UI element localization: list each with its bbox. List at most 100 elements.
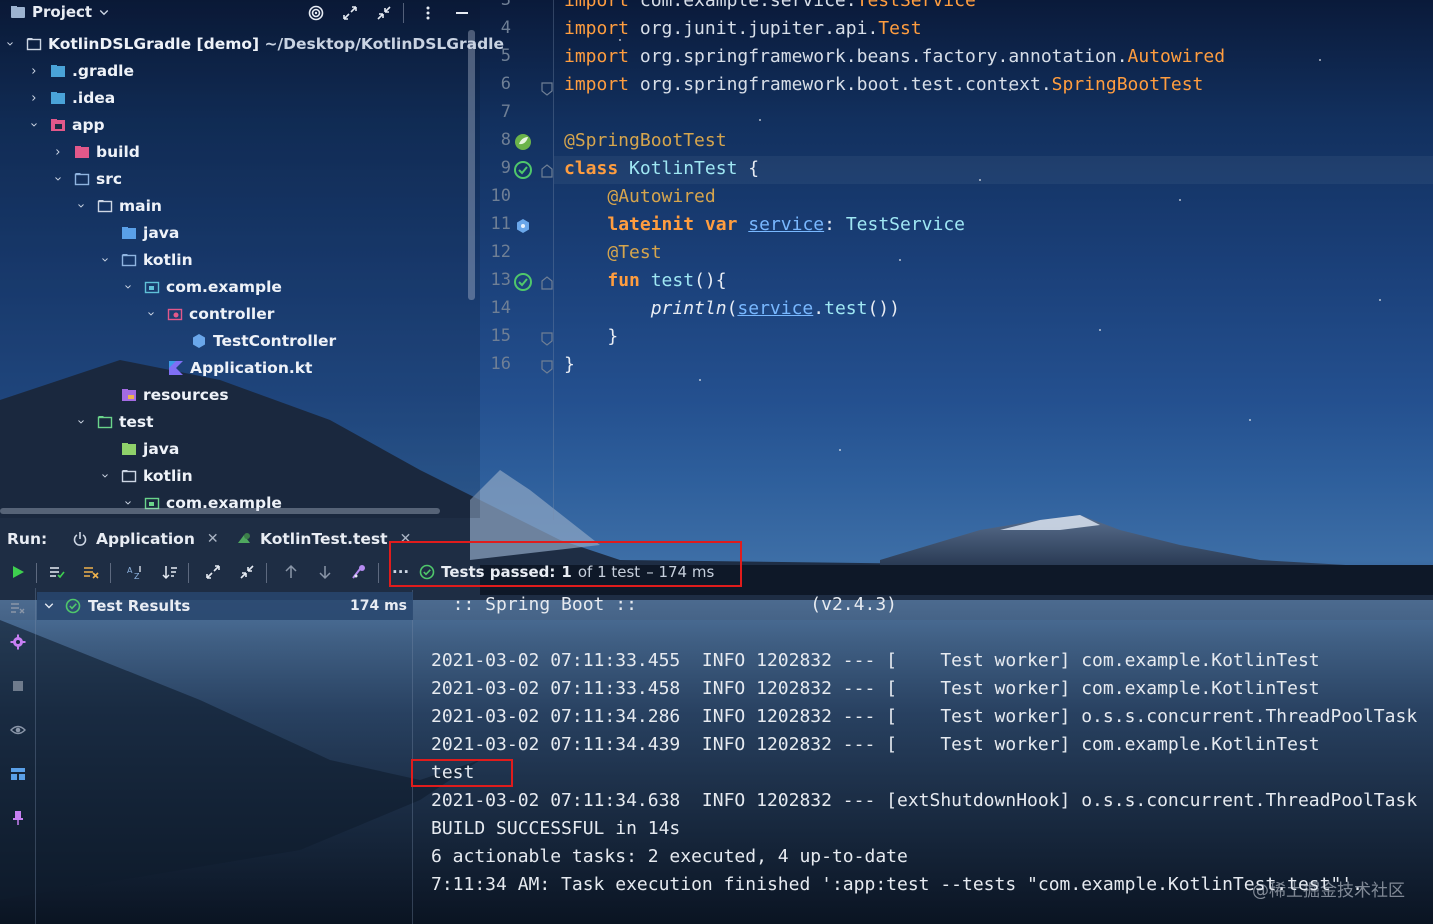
code-line[interactable]: lateinit var service: TestService: [564, 210, 965, 238]
stop-button[interactable]: [8, 676, 28, 696]
code-line[interactable]: println(service. test()): [564, 294, 900, 322]
locate-file-button[interactable]: [306, 3, 326, 23]
line-number: 3: [500, 0, 511, 10]
tree-item-src[interactable]: src: [54, 166, 122, 192]
code-token: org.junit.jupiter.api.: [629, 17, 879, 39]
show-ignored-button[interactable]: [78, 558, 104, 586]
tree-item-app[interactable]: app: [30, 112, 105, 138]
tree-item-controller[interactable]: controller: [147, 301, 274, 327]
code-line[interactable]: class KotlinTest {: [564, 154, 759, 182]
line-number: 10: [490, 186, 511, 206]
gutter-separator: [553, 0, 554, 520]
tree-item-test-java[interactable]: java: [101, 436, 179, 462]
code-line[interactable]: @Autowired: [564, 182, 715, 210]
view-button[interactable]: [8, 720, 28, 740]
vertical-scrollbar[interactable]: [468, 30, 475, 300]
hide-panel-button[interactable]: [452, 3, 472, 23]
tab-application[interactable]: Application ✕: [72, 524, 219, 554]
code-token: fun: [607, 269, 640, 291]
code-line[interactable]: import org.springframework.beans.factory…: [564, 42, 1225, 70]
chevron-right-icon[interactable]: [30, 92, 44, 104]
next-test-button[interactable]: [312, 558, 338, 586]
close-tab-icon[interactable]: ✕: [207, 531, 219, 547]
watermark: @稀土掘金技术社区: [1252, 881, 1405, 901]
tree-item-testcontroller[interactable]: TestController: [171, 328, 336, 354]
run-test-class-icon[interactable]: [513, 160, 533, 180]
chevron-down-icon[interactable]: [77, 200, 91, 212]
sort-by-duration-button[interactable]: [157, 558, 183, 586]
fold-marker-icon[interactable]: [541, 332, 553, 346]
target-icon: [308, 5, 324, 21]
sort-alphabetically-button[interactable]: AZ: [122, 558, 148, 586]
fold-marker-icon[interactable]: [541, 82, 553, 96]
console-line: :: Spring Boot :: (v2.4.3): [431, 593, 897, 615]
chevron-down-icon[interactable]: [77, 416, 91, 428]
show-passed-button[interactable]: [44, 558, 70, 586]
autowired-bean-icon[interactable]: [513, 216, 533, 236]
expand-all-tests-button[interactable]: [200, 558, 226, 586]
tree-item-idea[interactable]: .idea: [30, 85, 115, 111]
pin-tab-button[interactable]: [8, 808, 28, 828]
collapse-all-button[interactable]: [374, 3, 394, 23]
code-line[interactable]: }: [564, 322, 618, 350]
chevron-down-icon[interactable]: [124, 281, 138, 293]
line-number: 16: [490, 354, 511, 374]
collapse-all-tests-button[interactable]: [234, 558, 260, 586]
tab-kotlintest-label: KotlinTest.test: [260, 530, 388, 548]
tree-item-test[interactable]: test: [77, 409, 154, 435]
tree-item-build[interactable]: build: [54, 139, 140, 165]
chevron-down-icon[interactable]: [6, 38, 20, 50]
tree-item-main-kotlin[interactable]: kotlin: [101, 247, 193, 273]
tree-item-test-kotlin[interactable]: kotlin: [101, 463, 193, 489]
horizontal-scrollbar[interactable]: [0, 508, 440, 514]
minimize-icon: [456, 12, 468, 14]
tree-item-main[interactable]: main: [77, 193, 162, 219]
layout-button[interactable]: [8, 764, 28, 784]
tree-item-root[interactable]: KotlinDSLGradle [demo] ~/Desktop/KotlinD…: [6, 31, 504, 57]
code-line[interactable]: @SpringBootTest: [564, 126, 727, 154]
options-menu-button[interactable]: [418, 3, 438, 23]
clear-all-button[interactable]: [8, 598, 28, 618]
test-results-root[interactable]: Test Results 174 ms: [37, 592, 413, 620]
spring-bean-icon[interactable]: [513, 132, 533, 152]
chevron-down-icon[interactable]: [54, 173, 68, 185]
code-line[interactable]: import org.junit.jupiter.api. Test: [564, 14, 922, 42]
tree-item-resources[interactable]: resources: [101, 382, 229, 408]
tree-item-main-java[interactable]: java: [101, 220, 179, 246]
rerun-button[interactable]: [5, 558, 31, 586]
tree-item-gradle[interactable]: .gradle: [30, 58, 134, 84]
tree-item-application-kt[interactable]: Application.kt: [148, 355, 312, 381]
code-editor[interactable]: 3 import com.example.service. TestService 4…: [481, 0, 1433, 520]
chevron-down-icon[interactable]: [101, 254, 115, 266]
folder-icon: [97, 200, 113, 213]
console-line: BUILD SUCCESSFUL in 14s: [431, 817, 681, 839]
code-line[interactable]: @Test: [564, 238, 661, 266]
line-number: 12: [490, 242, 511, 262]
chevron-down-icon[interactable]: [101, 470, 115, 482]
code-line[interactable]: import com.example.service. TestService: [564, 0, 976, 14]
chevron-right-icon[interactable]: [54, 146, 68, 158]
run-test-method-icon[interactable]: [513, 272, 533, 292]
fold-marker-icon[interactable]: [541, 276, 553, 290]
code-line[interactable]: fun test(){: [564, 266, 726, 294]
chevron-down-icon[interactable]: [147, 308, 161, 320]
tree-item-com-example[interactable]: com.example: [124, 274, 282, 300]
chevron-right-icon[interactable]: [30, 65, 44, 77]
tab-kotlintest[interactable]: KotlinTest.test ✕: [236, 524, 411, 554]
chevron-down-icon[interactable]: [43, 600, 55, 612]
settings-button[interactable]: [8, 632, 28, 652]
code-line[interactable]: import org.springframework.boot.test.con…: [564, 70, 1203, 98]
project-view-selector[interactable]: Project: [10, 3, 110, 21]
code-line[interactable]: }: [564, 350, 575, 378]
test-history-button[interactable]: [346, 558, 372, 586]
sort-duration-icon: [162, 566, 177, 580]
fold-marker-icon[interactable]: [541, 164, 553, 178]
project-header: Project: [0, 0, 480, 26]
power-icon: [73, 532, 87, 546]
expand-all-button[interactable]: [340, 3, 360, 23]
chevron-down-icon[interactable]: [30, 119, 44, 131]
fold-marker-icon[interactable]: [541, 360, 553, 374]
previous-test-button[interactable]: [278, 558, 304, 586]
console-output[interactable]: :: Spring Boot :: (v2.4.3) 2021-03-02 07…: [414, 590, 1433, 924]
layout-icon: [11, 768, 25, 780]
